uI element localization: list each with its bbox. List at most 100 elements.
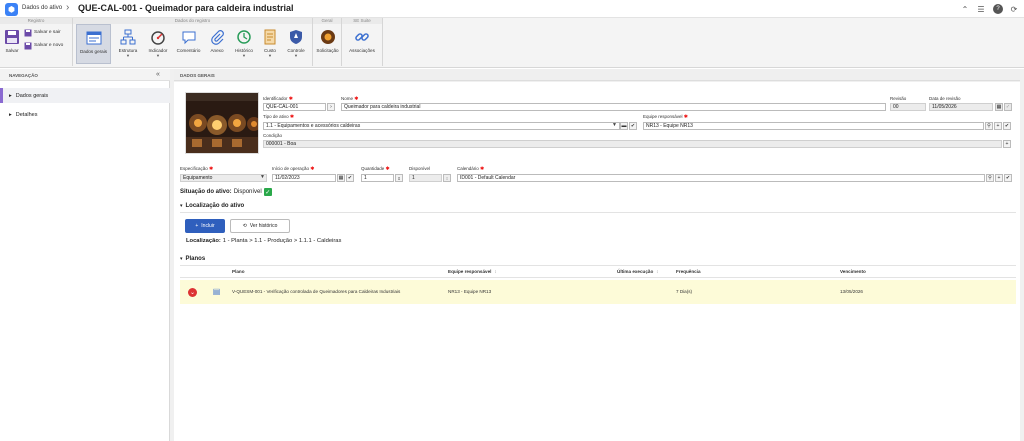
request-icon [319,28,337,46]
col-header-ultima-label: Última execução [617,269,654,274]
calendar-icon[interactable]: ▦ [337,174,345,182]
col-header-vencimento[interactable]: Vencimento [840,269,866,274]
identifier-label-text: Identificador [263,96,288,101]
structure-icon [119,28,137,46]
required-icon: ✱ [683,114,688,120]
check-icon[interactable]: ✔ [1003,122,1011,130]
collapse-arrow-icon: ▾ [180,256,183,262]
view-history-button[interactable]: ⟲ Ver histórico [230,219,290,233]
request-button[interactable]: Solicitação [314,24,341,64]
ribbon-divider [312,18,313,66]
col-header-frequencia[interactable]: Frequência [676,269,701,274]
stepper-arrows-icon: ⇕ [443,174,451,182]
location-section-header[interactable]: ▾ Localização do ativo [180,203,244,209]
sidebar-item-detalhes[interactable]: ▸ Detalhes [0,107,170,122]
start-operation-field[interactable]: 11/02/2023 [272,174,336,182]
revision-date-label: Data de revisão [929,96,961,101]
collapse-arrow-icon: ▾ [180,203,183,209]
stepper-arrows-icon[interactable]: ⇕ [395,174,403,182]
paperclip-icon [208,28,226,46]
general-data-icon [85,29,103,47]
quantity-label: Quantidade ✱ [361,166,390,172]
plan-frequency: 7 Dia(s) [676,289,693,294]
folder-icon[interactable]: ▬ [620,122,628,130]
col-header-equipe[interactable]: Equipe responsável ↕ [448,269,497,274]
attachment-button[interactable]: Anexo [206,24,228,64]
comment-button[interactable]: Comentário [173,24,204,64]
save-and-new-button[interactable]: Salvar e novo [24,41,63,50]
check-badge-icon: ✓ [263,188,272,196]
col-header-equipe-label: Equipe responsável [448,269,492,274]
location-path: Localização: 1 - Planta > 1.1 - Produção… [186,238,341,244]
specification-select[interactable]: Equipamento [180,174,267,182]
next-arrow-icon[interactable]: › [327,103,335,111]
team-field[interactable]: NR13 - Equipe NR13 [643,122,984,130]
name-field[interactable]: Queimador para caldeira industrial [341,103,886,111]
sidebar-item-label: Dados gerais [15,92,49,99]
sidebar-item-dados-gerais[interactable]: ▸ Dados gerais [0,88,170,103]
add-icon[interactable]: + [1003,140,1011,148]
associations-button[interactable]: Associações [345,24,379,64]
view-history-label: Ver histórico [249,223,278,229]
required-icon: ✱ [480,166,485,172]
comment-icon [180,28,198,46]
ribbon-divider [341,18,342,66]
asset-status: Situação do ativo: Disponível ✓ [180,188,272,196]
quantity-stepper[interactable]: 1 [361,174,394,182]
history-button[interactable]: Histórico ▼ [230,24,258,64]
add-icon[interactable]: + [995,174,1003,182]
check-icon[interactable]: ✔ [1004,174,1012,182]
indicator-button[interactable]: Indicador ▼ [144,24,172,64]
specification-label-text: Especificação [180,166,208,171]
divider [180,277,1016,278]
search-icon[interactable]: ⚲ [986,174,994,182]
quantity-label-text: Quantidade [361,166,385,171]
ribbon-divider [72,18,73,66]
history-icon [235,28,253,46]
required-icon: ✱ [310,166,315,172]
list-icon[interactable]: ☰ [976,4,986,14]
structure-button[interactable]: Estrutura ▼ [114,24,142,64]
cost-button[interactable]: Custo ▼ [259,24,281,64]
control-button[interactable]: Controle ▼ [283,24,309,64]
calendar-field[interactable]: ID001 - Default Calendar [457,174,985,182]
check-icon[interactable]: ✔ [346,174,354,182]
include-button[interactable]: + Incluir [185,219,225,233]
search-icon[interactable]: ⚲ [985,122,993,130]
save-button[interactable]: Salvar [2,24,22,64]
col-header-plano[interactable]: Plano [232,269,245,274]
app-logo-icon: ⬢ [5,3,18,16]
plans-section-header[interactable]: ▾ Planos [180,256,205,262]
breadcrumb[interactable]: Dados do ativo [22,5,62,11]
save-icon [3,28,21,46]
plan-name[interactable]: V-QUESM-001 - Verificação controlada de … [232,289,400,294]
identifier-label: Identificador ✱ [263,96,293,102]
general-data-button[interactable]: Dados gerais [76,24,111,64]
col-header-ultima[interactable]: Última execução ↕ [617,269,659,274]
help-icon[interactable]: ? [993,4,1003,14]
check-icon[interactable]: ✔ [629,122,637,130]
breadcrumb-separator-icon: › [66,2,70,13]
required-icon: ✱ [354,96,359,102]
save-and-exit-button[interactable]: Salvar e sair [24,28,61,37]
refresh-icon[interactable]: ⟳ [1009,4,1019,14]
identifier-field[interactable]: QUE-CAL-001 [263,103,326,111]
plan-icon[interactable]: ▤ [212,287,221,296]
asset-type-select[interactable]: 1.1 - Equipamentos e acessórios caldeira… [263,122,620,130]
chevron-down-icon: ▼ [268,53,272,58]
asset-photo[interactable] [185,92,259,154]
required-icon: ✱ [385,166,390,172]
save-label: Salvar [5,48,19,53]
team-label-text: Equipe responsável [643,114,683,119]
collapse-icon[interactable]: ⌃ [960,4,970,14]
calendar-label-text: Calendário [457,166,479,171]
section-header [174,69,1020,81]
collapse-sidebar-icon[interactable]: « [156,71,160,78]
add-icon[interactable]: + [994,122,1002,130]
team-label: Equipe responsável ✱ [643,114,688,120]
asset-type-label: Tipo de ativo ✱ [263,114,294,120]
required-icon: ✱ [288,96,293,102]
section-title: DADOS GERAIS [180,73,215,78]
required-icon: ✱ [289,114,295,120]
asset-type-label-text: Tipo de ativo [263,114,289,119]
